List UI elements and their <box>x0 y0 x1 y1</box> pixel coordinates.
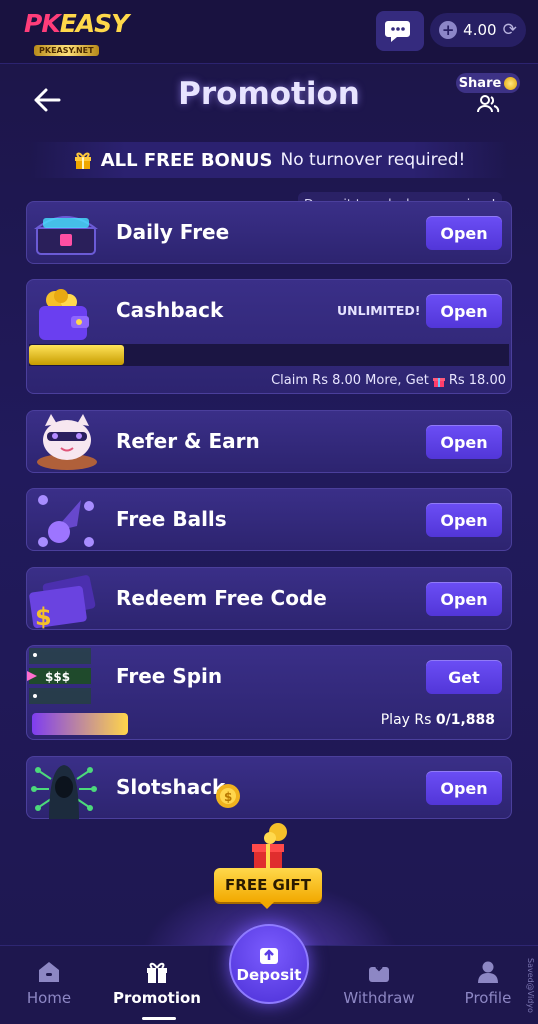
bonus-title: ALL FREE BONUS <box>100 149 273 171</box>
redeem-code-label: Redeem Free Code <box>116 586 327 610</box>
unlimited-badge: UNLIMITED! <box>337 303 421 318</box>
claim-info: Claim Rs 8.00 More, Get Rs 18.00 <box>271 373 506 388</box>
gift-icon <box>147 962 167 983</box>
nav-promotion[interactable]: Promotion <box>112 946 202 1024</box>
promo-card-cashback[interactable]: Cashback UNLIMITED! Open Claim Rs 8.00 M… <box>26 279 512 394</box>
brand-wordmark: PKEASY <box>24 9 129 38</box>
nav-withdraw[interactable]: Withdraw <box>334 946 424 1024</box>
profile-icon <box>478 961 498 983</box>
treasure-chest-icon <box>34 216 98 255</box>
promo-card-refer-earn[interactable]: Refer & Earn Open <box>26 410 512 473</box>
svg-text:$: $ <box>35 603 52 629</box>
bonus-subtitle: No turnover required! <box>280 150 466 170</box>
gift-icon <box>74 152 91 169</box>
free-spin-get-button[interactable]: Get <box>426 660 502 694</box>
nav-profile[interactable]: Profile <box>443 946 533 1024</box>
gift-box-icon[interactable] <box>248 822 292 870</box>
wallet-withdraw-icon <box>369 962 389 982</box>
nav-active-indicator <box>142 1017 176 1020</box>
promo-card-free-balls[interactable]: Free Balls Open <box>26 488 512 551</box>
coin-icon <box>504 76 518 90</box>
free-balls-open-button[interactable]: Open <box>426 503 502 537</box>
play-progress-text: Play Rs 0/1,888 <box>380 712 495 728</box>
daily-free-label: Daily Free <box>116 220 230 244</box>
nav-home[interactable]: Home <box>4 946 94 1024</box>
promo-card-slotshack[interactable]: Slotshack $ Open <box>26 756 512 819</box>
cashback-open-button[interactable]: Open <box>426 294 502 328</box>
brand-logo[interactable]: PKEASY PKEASY.NET <box>24 9 129 56</box>
daily-free-open-button[interactable]: Open <box>426 216 502 250</box>
svg-text:$: $ <box>224 790 232 804</box>
redeem-code-open-button[interactable]: Open <box>426 582 502 616</box>
gift-icon <box>432 378 445 387</box>
deposit-button[interactable]: Deposit <box>229 924 309 1004</box>
balance-value: 4.00 <box>463 21 497 39</box>
cashback-progress-fill <box>29 345 124 365</box>
refer-earn-label: Refer & Earn <box>116 429 260 453</box>
free-spin-label: Free Spin <box>116 664 223 688</box>
gold-coin-icon: $ <box>216 784 240 808</box>
top-bar: PKEASY PKEASY.NET + 4.00 ⟳ <box>0 0 538 64</box>
lucky-cat-icon <box>37 414 97 470</box>
refer-earn-open-button[interactable]: Open <box>426 425 502 459</box>
free-bonus-banner: ALL FREE BONUS No turnover required! <box>30 142 508 178</box>
brand-subtitle: PKEASY.NET <box>34 45 99 56</box>
free-gift-button[interactable]: FREE GIFT <box>214 868 322 909</box>
add-funds-icon[interactable]: + <box>439 21 458 39</box>
ticket-icon: $ <box>29 575 96 629</box>
promo-card-redeem-code[interactable]: $ Redeem Free Code Open <box>26 567 512 630</box>
balance-pill[interactable]: + 4.00 ⟳ <box>430 13 526 47</box>
deposit-label: Deposit <box>236 966 302 984</box>
chat-icon <box>385 21 410 42</box>
promo-card-daily-free[interactable]: Daily Free Open <box>26 201 512 264</box>
hacker-icon <box>31 765 97 819</box>
share-badge[interactable]: Share <box>456 73 520 93</box>
users-icon[interactable] <box>476 94 500 114</box>
free-balls-label: Free Balls <box>116 507 227 531</box>
spin-ticker: $$$ <box>45 670 71 684</box>
comet-ball-icon <box>38 495 94 547</box>
promo-card-free-spin[interactable]: $$$ Free Spin Get Play Rs 0/1,888 <box>26 645 512 740</box>
chat-button[interactable] <box>376 11 424 51</box>
slotshack-open-button[interactable]: Open <box>426 771 502 805</box>
slotshack-label: Slotshack <box>116 775 226 799</box>
watermark-text: Saved@Vidyo <box>526 958 535 1013</box>
cashback-label: Cashback <box>116 298 224 322</box>
deposit-icon <box>260 948 278 964</box>
free-spin-progress-bar <box>32 713 128 735</box>
home-icon <box>39 962 59 982</box>
refresh-icon[interactable]: ⟳ <box>503 20 517 40</box>
wallet-coins-icon <box>39 289 89 340</box>
